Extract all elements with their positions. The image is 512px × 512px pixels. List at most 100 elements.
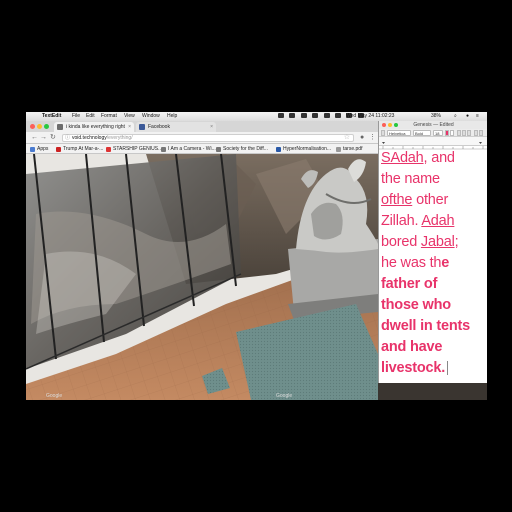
textedit-titlebar[interactable]: Genesis — Edited [379, 121, 487, 129]
bookmark-apps[interactable]: Apps [30, 144, 48, 153]
app-icon[interactable] [312, 113, 319, 119]
document-title: Genesis — Edited [413, 122, 454, 128]
text-line: dwell in tents [381, 318, 471, 334]
text-line: and have [381, 339, 443, 355]
text-color-icon[interactable] [445, 130, 449, 136]
menu-list-icon[interactable]: ≡ [476, 112, 479, 121]
text-line: livestock. [381, 358, 487, 379]
highlight-color-icon[interactable] [450, 130, 454, 136]
minimize-window-icon[interactable] [388, 123, 392, 127]
tab-favicon-icon [57, 124, 63, 130]
tab-active[interactable]: i kinda like everything right × [54, 122, 134, 132]
minimize-window-icon[interactable] [37, 124, 42, 129]
url-path: /everything/ [106, 135, 133, 141]
menu-file[interactable]: File [72, 112, 80, 121]
menu-app-name[interactable]: TextEdit [42, 112, 61, 121]
webgl-3d-viewport[interactable]: Google Google [26, 154, 378, 400]
close-tab-icon[interactable]: × [210, 122, 213, 132]
misspelled-word[interactable]: SAdah [381, 150, 424, 166]
text-line: SAdah, and [381, 150, 455, 166]
italic-icon[interactable] [462, 130, 466, 136]
clock[interactable]: Wed May 24 11:02:23 [346, 112, 394, 121]
app-icon[interactable] [323, 113, 330, 119]
menu-edit[interactable]: Edit [86, 112, 95, 121]
misspelled-word[interactable]: Adah [421, 213, 454, 229]
textedit-format-bar: Helvetica Bold 18 [379, 129, 487, 137]
text-line: he was the [381, 255, 450, 271]
bookmark-favicon-icon [276, 147, 281, 152]
laptop-screen: TextEdit File Edit Format View Window He… [26, 112, 487, 400]
text-line: father of [381, 276, 438, 292]
bookmark-item[interactable]: I Am a Camera - Wi... [161, 144, 216, 153]
bookmark-item[interactable]: HyperNormalisation... [276, 144, 331, 153]
page-info-icon[interactable]: ⓘ [65, 135, 70, 142]
font-family-popup[interactable]: Helvetica [387, 130, 411, 136]
background-window-edge [378, 383, 487, 400]
paragraph-style-icon[interactable] [381, 130, 385, 136]
bookmark-item[interactable]: tarse.pdf [336, 144, 362, 153]
more-menu-icon[interactable]: ⋮ [369, 132, 376, 144]
user-icon[interactable]: ● [466, 112, 469, 121]
text-line: Zillah. Adah [381, 213, 455, 229]
tab-facebook[interactable]: Facebook × [136, 122, 216, 132]
wikipedia-icon [216, 147, 221, 152]
bookmark-item[interactable]: STARSHIP GENIUS... [106, 144, 162, 153]
menu-help[interactable]: Help [167, 112, 177, 121]
document-icon [336, 147, 341, 152]
3d-scene [26, 154, 378, 400]
app-icon[interactable] [334, 113, 341, 119]
extension-icon[interactable]: ● [360, 132, 364, 144]
tab-label: Facebook [148, 124, 170, 130]
facebook-icon [139, 124, 145, 130]
menu-format[interactable]: Format [101, 112, 117, 121]
text-line: ofthe other [381, 192, 449, 208]
bookmark-favicon-icon [56, 147, 61, 152]
bookmark-item[interactable]: Society for the Diff... [216, 144, 268, 153]
zoom-window-icon[interactable] [394, 123, 398, 127]
viewport-label: Google [276, 393, 293, 399]
textedit-window: Genesis — Edited Helvetica Bold 18 SAdah [378, 121, 487, 383]
wikipedia-icon [161, 147, 166, 152]
bookmarks-bar: Apps Trump At Mar-a-... STARSHIP GENIUS.… [26, 144, 378, 154]
align-left-icon[interactable] [474, 130, 478, 136]
bookmark-star-icon[interactable]: ☆ [344, 134, 350, 141]
ruler[interactable] [379, 137, 487, 150]
close-window-icon[interactable] [30, 124, 35, 129]
font-style-popup[interactable]: Bold [413, 130, 431, 136]
menu-view[interactable]: View [124, 112, 135, 121]
reload-icon[interactable]: ↻ [50, 132, 56, 144]
menu-window[interactable]: Window [142, 112, 160, 121]
battery-percent[interactable]: 38% [431, 112, 441, 121]
misspelled-word[interactable]: ofthe [381, 192, 412, 208]
misspelled-word[interactable]: Jabal [421, 234, 455, 250]
close-tab-icon[interactable]: × [128, 122, 131, 132]
youtube-icon [106, 147, 111, 152]
text-line: the name [381, 171, 440, 187]
back-icon[interactable]: ← [31, 132, 38, 144]
address-bar[interactable]: ⓘ void.technology/everything/ ☆ [62, 134, 354, 142]
tab-label: i kinda like everything right [66, 124, 125, 130]
zoom-window-icon[interactable] [44, 124, 49, 129]
text-line: bored Jabal; [381, 234, 459, 250]
underline-icon[interactable] [467, 130, 471, 136]
viewport-label: Google [46, 393, 63, 399]
document-text[interactable]: SAdah, and the name ofthe other Zillah. … [381, 148, 487, 379]
url-host: void.technology [72, 135, 107, 141]
align-center-icon[interactable] [479, 130, 483, 136]
statue-shading [311, 202, 343, 240]
browser-toolbar: ← → ↻ ⓘ void.technology/everything/ ☆ ● … [26, 132, 378, 144]
search-icon[interactable]: ⌕ [454, 112, 457, 121]
bookmark-item[interactable]: Trump At Mar-a-... [56, 144, 103, 153]
text-caret [447, 361, 449, 376]
apps-grid-icon [30, 147, 35, 152]
dropbox-icon[interactable] [278, 113, 284, 119]
menu-bar: TextEdit File Edit Format View Window He… [26, 112, 487, 121]
app-icon[interactable] [300, 113, 307, 119]
sync-icon[interactable] [289, 113, 296, 119]
close-window-icon[interactable] [382, 123, 386, 127]
bold-icon[interactable] [457, 130, 461, 136]
font-size-popup[interactable]: 18 [433, 130, 443, 136]
browser-tab-bar: i kinda like everything right × Facebook… [26, 121, 378, 132]
text-line: those who [381, 297, 451, 313]
forward-icon[interactable]: → [40, 132, 47, 144]
